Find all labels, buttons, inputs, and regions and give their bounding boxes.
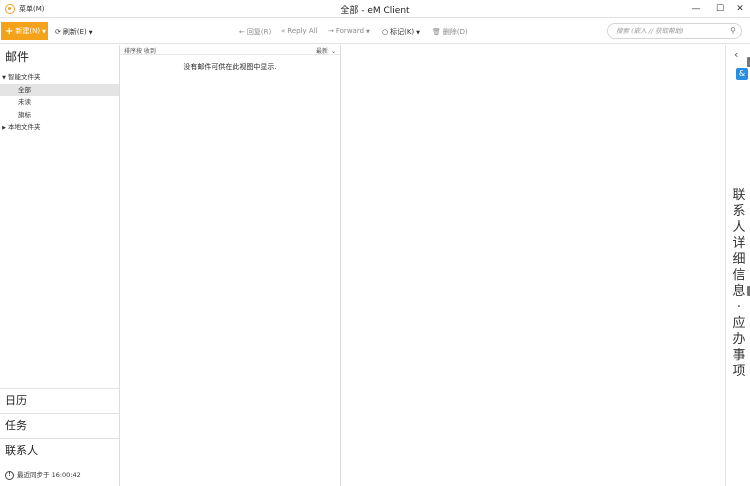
title-bar: 菜单(M) 全部 - eM Client — ☐ ✕ — [0, 0, 750, 18]
sidebar: 邮件 ▼ 智能文件夹 全部 未读 旗标 ▶ 本地文件夹 日历 任务 联系人 ! 最近同… — [0, 45, 120, 486]
maximize-button[interactable]: ☐ — [711, 2, 729, 16]
local-folders-node[interactable]: ▶ 本地文件夹 — [0, 121, 119, 134]
collapse-triangle-icon[interactable]: ▶ — [0, 122, 8, 135]
reply-all-button[interactable]: «Reply All — [281, 27, 318, 35]
folder-item-unread[interactable]: 未读 — [0, 96, 119, 109]
reply-button[interactable]: ← 回复(R) — [239, 27, 271, 37]
folder-item-flagged[interactable]: 旗标 — [0, 109, 119, 122]
flag-button[interactable]: ○ 标记(K) ▼ — [382, 27, 420, 37]
chevron-down-icon: ▼ — [42, 29, 46, 35]
toolbar: + 新建(N) ▼ ⟳ 刷新(E) ▼ ← 回复(R) «Reply All → Forwa… — [0, 19, 750, 44]
right-panel-label[interactable]: 联系人详细信息 · 应办事项 — [731, 188, 747, 380]
contacts-badge-icon[interactable]: & — [736, 68, 748, 80]
refresh-icon: ⟳ — [55, 28, 61, 36]
search-icon[interactable]: ⚲ — [730, 24, 736, 38]
flag-circle-icon: ○ — [382, 28, 389, 36]
message-list: 排序按 收到 最新 ⌄ 没有邮件可供在此视图中显示. — [120, 45, 341, 486]
chevron-down-icon: ▼ — [88, 30, 93, 36]
plus-icon: + — [5, 26, 14, 37]
main-menu-button[interactable]: 菜单(M) — [19, 4, 45, 14]
minimize-button[interactable]: — — [687, 2, 705, 16]
chevron-down-icon: ⌄ — [330, 48, 336, 55]
folder-tree: ▼ 智能文件夹 全部 未读 旗标 ▶ 本地文件夹 — [0, 71, 119, 134]
trash-icon: 🗑 — [432, 28, 441, 36]
info-icon: ! — [5, 470, 14, 480]
sort-by-button[interactable]: 排序按 收到 — [124, 46, 156, 55]
expand-triangle-icon[interactable]: ▼ — [0, 72, 8, 85]
nav-contacts[interactable]: 联系人 — [0, 438, 119, 463]
reading-pane — [342, 45, 725, 486]
refresh-button[interactable]: ⟳ 刷新(E) ▼ — [55, 27, 93, 37]
forward-icon: → — [328, 27, 334, 35]
right-sidebar: ‹ & 联系人详细信息 · 应办事项 — [725, 45, 750, 486]
window-title: 全部 - eM Client — [340, 6, 410, 16]
chevron-down-icon: ▼ — [416, 30, 421, 36]
sort-order-button[interactable]: 最新 ⌄ — [316, 46, 336, 55]
folder-item-all[interactable]: 全部 — [0, 83, 119, 96]
chevron-down-icon: ▼ — [366, 29, 370, 35]
nav-calendar[interactable]: 日历 — [0, 388, 119, 413]
app-logo-icon[interactable] — [5, 4, 15, 14]
delete-button[interactable]: 🗑 删除(D) — [432, 27, 468, 37]
mail-section-title[interactable]: 邮件 — [5, 48, 29, 65]
nav-tasks[interactable]: 任务 — [0, 413, 119, 438]
search-input[interactable]: 搜索 (嵌入 // 获取帮助) ⚲ — [607, 23, 742, 39]
chevron-left-icon[interactable]: ‹ — [734, 48, 738, 61]
sync-status: ! 最近同步于 16:00:42 — [5, 469, 81, 480]
close-button[interactable]: ✕ — [731, 2, 749, 16]
reply-all-icon: « — [281, 27, 286, 35]
new-button[interactable]: + 新建(N) ▼ — [1, 22, 48, 40]
sort-bar: 排序按 收到 最新 ⌄ — [120, 45, 340, 55]
empty-list-message: 没有邮件可供在此视图中显示. — [183, 63, 277, 71]
reply-icon: ← — [239, 28, 245, 36]
smart-folders-node[interactable]: ▼ 智能文件夹 — [0, 71, 119, 84]
forward-button[interactable]: → Forward ▼ — [328, 27, 370, 35]
